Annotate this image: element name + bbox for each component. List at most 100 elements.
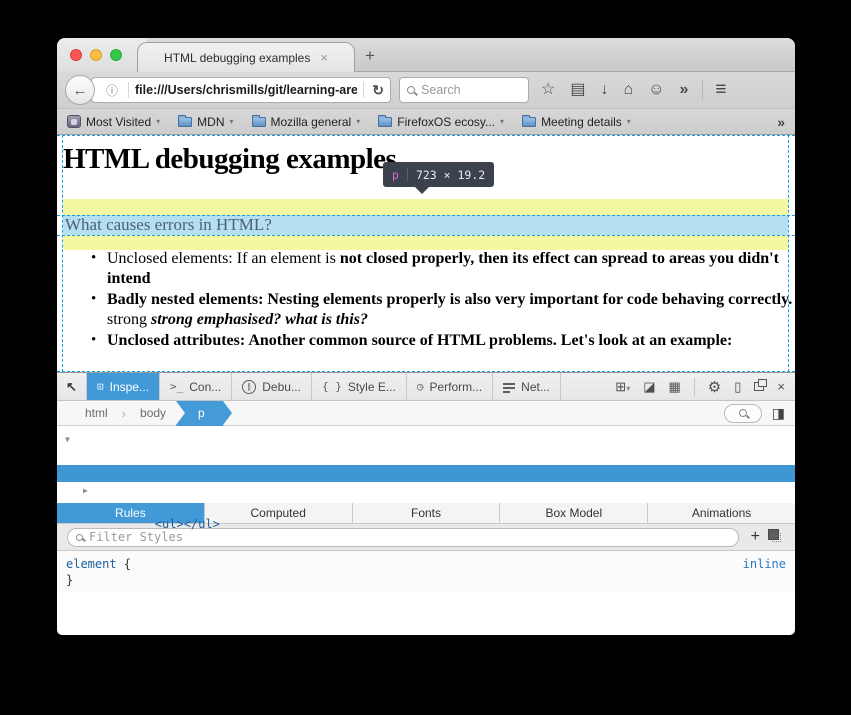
markup-line-h1[interactable]: <h1>HTML debugging examples</h1> <box>57 448 795 465</box>
tab-style-editor[interactable]: { } Style E... <box>312 373 407 400</box>
chevron-down-icon: ▾ <box>626 384 630 393</box>
toolbar-divider <box>702 80 703 100</box>
new-tab-button[interactable]: + <box>365 46 375 66</box>
rule-origin-link[interactable]: inline <box>743 556 786 572</box>
twisty-collapsed-icon[interactable]: ▶ <box>83 482 88 499</box>
inspector-breadcrumb: html › body p ◨ <box>57 401 795 426</box>
expand-sidebar-icon[interactable]: ◨ <box>772 405 785 422</box>
tab-fonts[interactable]: Fonts <box>353 503 501 523</box>
tab-computed[interactable]: Computed <box>205 503 353 523</box>
bookmark-label: FirefoxOS ecosy... <box>397 115 495 129</box>
urlbar-divider <box>128 82 129 98</box>
breadcrumb-html[interactable]: html <box>85 406 108 420</box>
bookmark-star-icon[interactable]: ☆ <box>541 82 555 98</box>
markup-line-body[interactable]: ▼ <body> <box>57 431 795 448</box>
highlighter-guide-left <box>62 135 63 372</box>
markup-line-ul[interactable]: ▶ <ul></ul> <box>57 482 795 499</box>
hello-smiley-icon[interactable]: ☺ <box>648 82 664 98</box>
tag-close: </ul> <box>184 517 220 531</box>
node-size-tooltip: p 723 × 19.2 <box>383 162 494 187</box>
folder-icon <box>522 117 536 127</box>
markup-search-button[interactable] <box>724 404 762 423</box>
list-text: Unclosed elements: If an element is <box>107 250 340 267</box>
folder-icon <box>378 117 392 127</box>
rule-close-brace: } <box>66 572 786 588</box>
url-input[interactable] <box>135 83 357 97</box>
add-rule-icon[interactable]: + <box>751 528 760 546</box>
tab-network[interactable]: Net... <box>493 373 561 400</box>
desktop-background: HTML debugging examples × + ← ⓘ ↻ ☆ <box>0 0 851 715</box>
reload-icon[interactable]: ↻ <box>372 82 384 99</box>
close-devtools-icon[interactable]: × <box>777 379 785 394</box>
page-viewport: HTML debugging examples What causes erro… <box>57 135 795 372</box>
tab-label: Net... <box>521 380 550 394</box>
bookmark-folder-mdn[interactable]: MDN ▾ <box>178 115 233 129</box>
rule-element[interactable]: element { inline <box>66 556 786 572</box>
pseudo-class-panel-icon[interactable] <box>772 533 781 542</box>
zoom-window-button[interactable] <box>110 49 122 61</box>
chevron-right-icon: › <box>122 406 126 421</box>
tab-title: HTML debugging examples <box>164 51 310 65</box>
inspector-icon: ⊡ <box>97 380 104 393</box>
devtools-toolbar: ↖ ⊡ Inspe... >_ Con... ∥ Debu... { } Sty… <box>57 372 795 401</box>
breadcrumb-right-tools: ◨ <box>724 404 795 423</box>
bookmark-folder-firefoxos[interactable]: FirefoxOS ecosy... ▾ <box>378 115 504 129</box>
frame-select-icon[interactable]: ⊞▾ <box>615 379 630 395</box>
split-console-icon[interactable]: ◪ <box>643 379 655 395</box>
style-editor-braces-icon: { } <box>322 380 342 393</box>
bookmarks-overflow-icon[interactable]: » <box>777 114 785 130</box>
navigation-toolbar: ← ⓘ ↻ ☆ ▤ ↓ ⌂ ☺ » ≡ <box>57 72 795 109</box>
search-input[interactable] <box>421 83 511 97</box>
tab-animations[interactable]: Animations <box>648 503 795 523</box>
chevron-down-icon: ▾ <box>627 117 631 126</box>
tab-console[interactable]: >_ Con... <box>160 373 232 400</box>
list-text-bold-italic: strong emphasised? what is this? <box>151 311 368 328</box>
tab-label: Con... <box>189 380 221 394</box>
minimize-window-button[interactable] <box>90 49 102 61</box>
highlighted-paragraph[interactable]: What causes errors in HTML? <box>63 215 788 235</box>
breadcrumb-label: p <box>198 406 205 420</box>
url-bar[interactable]: ⓘ ↻ <box>91 77 391 103</box>
pick-element-button[interactable]: ↖ <box>57 373 87 400</box>
page-info-icon[interactable]: ⓘ <box>106 82 118 99</box>
tab-inspector[interactable]: ⊡ Inspe... <box>87 373 160 400</box>
hamburger-menu-icon[interactable]: ≡ <box>715 79 726 101</box>
tooltip-divider <box>407 168 408 181</box>
undock-window-icon[interactable] <box>754 382 764 391</box>
urlbar-divider <box>363 82 364 98</box>
tag-open: <ul> <box>155 517 184 531</box>
list-item: Badly nested elements: Nesting elements … <box>107 290 795 329</box>
search-bar[interactable] <box>399 77 529 103</box>
tab-label: Debu... <box>262 380 301 394</box>
close-window-button[interactable] <box>70 49 82 61</box>
breadcrumb-p-selected[interactable]: p <box>176 401 223 426</box>
bookmark-most-visited[interactable]: Most Visited ▾ <box>67 115 160 129</box>
markup-line-p-selected[interactable]: <p>What causes errors in HTML?</p> <box>57 465 795 482</box>
responsive-mode-icon[interactable]: ▯ <box>734 379 741 395</box>
devtools-toolbar-right: ⊞▾ ◪ ▦ ⚙ ▯ × <box>605 373 795 400</box>
bookmark-folder-meeting-details[interactable]: Meeting details ▾ <box>522 115 631 129</box>
overflow-chevron-icon[interactable]: » <box>679 82 688 98</box>
rule-selector: element <box>66 556 117 572</box>
downloads-icon[interactable]: ↓ <box>600 82 608 98</box>
browser-tab[interactable]: HTML debugging examples × <box>137 42 355 72</box>
home-icon[interactable]: ⌂ <box>623 82 633 98</box>
settings-gear-icon[interactable]: ⚙ <box>708 378 721 396</box>
chevron-down-icon: ▾ <box>229 117 233 126</box>
twisty-expanded-icon[interactable]: ▼ <box>65 431 70 448</box>
tab-performance[interactable]: ◷ Perform... <box>407 373 493 400</box>
reading-list-icon[interactable]: ▤ <box>570 82 585 98</box>
list-item: Unclosed attributes: Another common sour… <box>107 331 795 351</box>
tab-debugger[interactable]: ∥ Debu... <box>232 373 312 400</box>
tab-close-icon[interactable]: × <box>320 51 328 64</box>
tab-box-model[interactable]: Box Model <box>500 503 648 523</box>
chevron-down-icon: ▾ <box>500 117 504 126</box>
breadcrumb-body[interactable]: body <box>140 406 166 420</box>
paint-flashing-icon[interactable]: ▦ <box>669 379 681 395</box>
rules-panel: element { inline } <box>57 551 795 593</box>
chevron-down-icon: ▾ <box>156 117 160 126</box>
frame-select-glyph: ⊞ <box>615 379 626 394</box>
back-button[interactable]: ← <box>65 75 95 105</box>
bookmark-folder-mozilla-general[interactable]: Mozilla general ▾ <box>252 115 361 129</box>
error-types-list: Unclosed elements: If an element is not … <box>107 249 795 353</box>
